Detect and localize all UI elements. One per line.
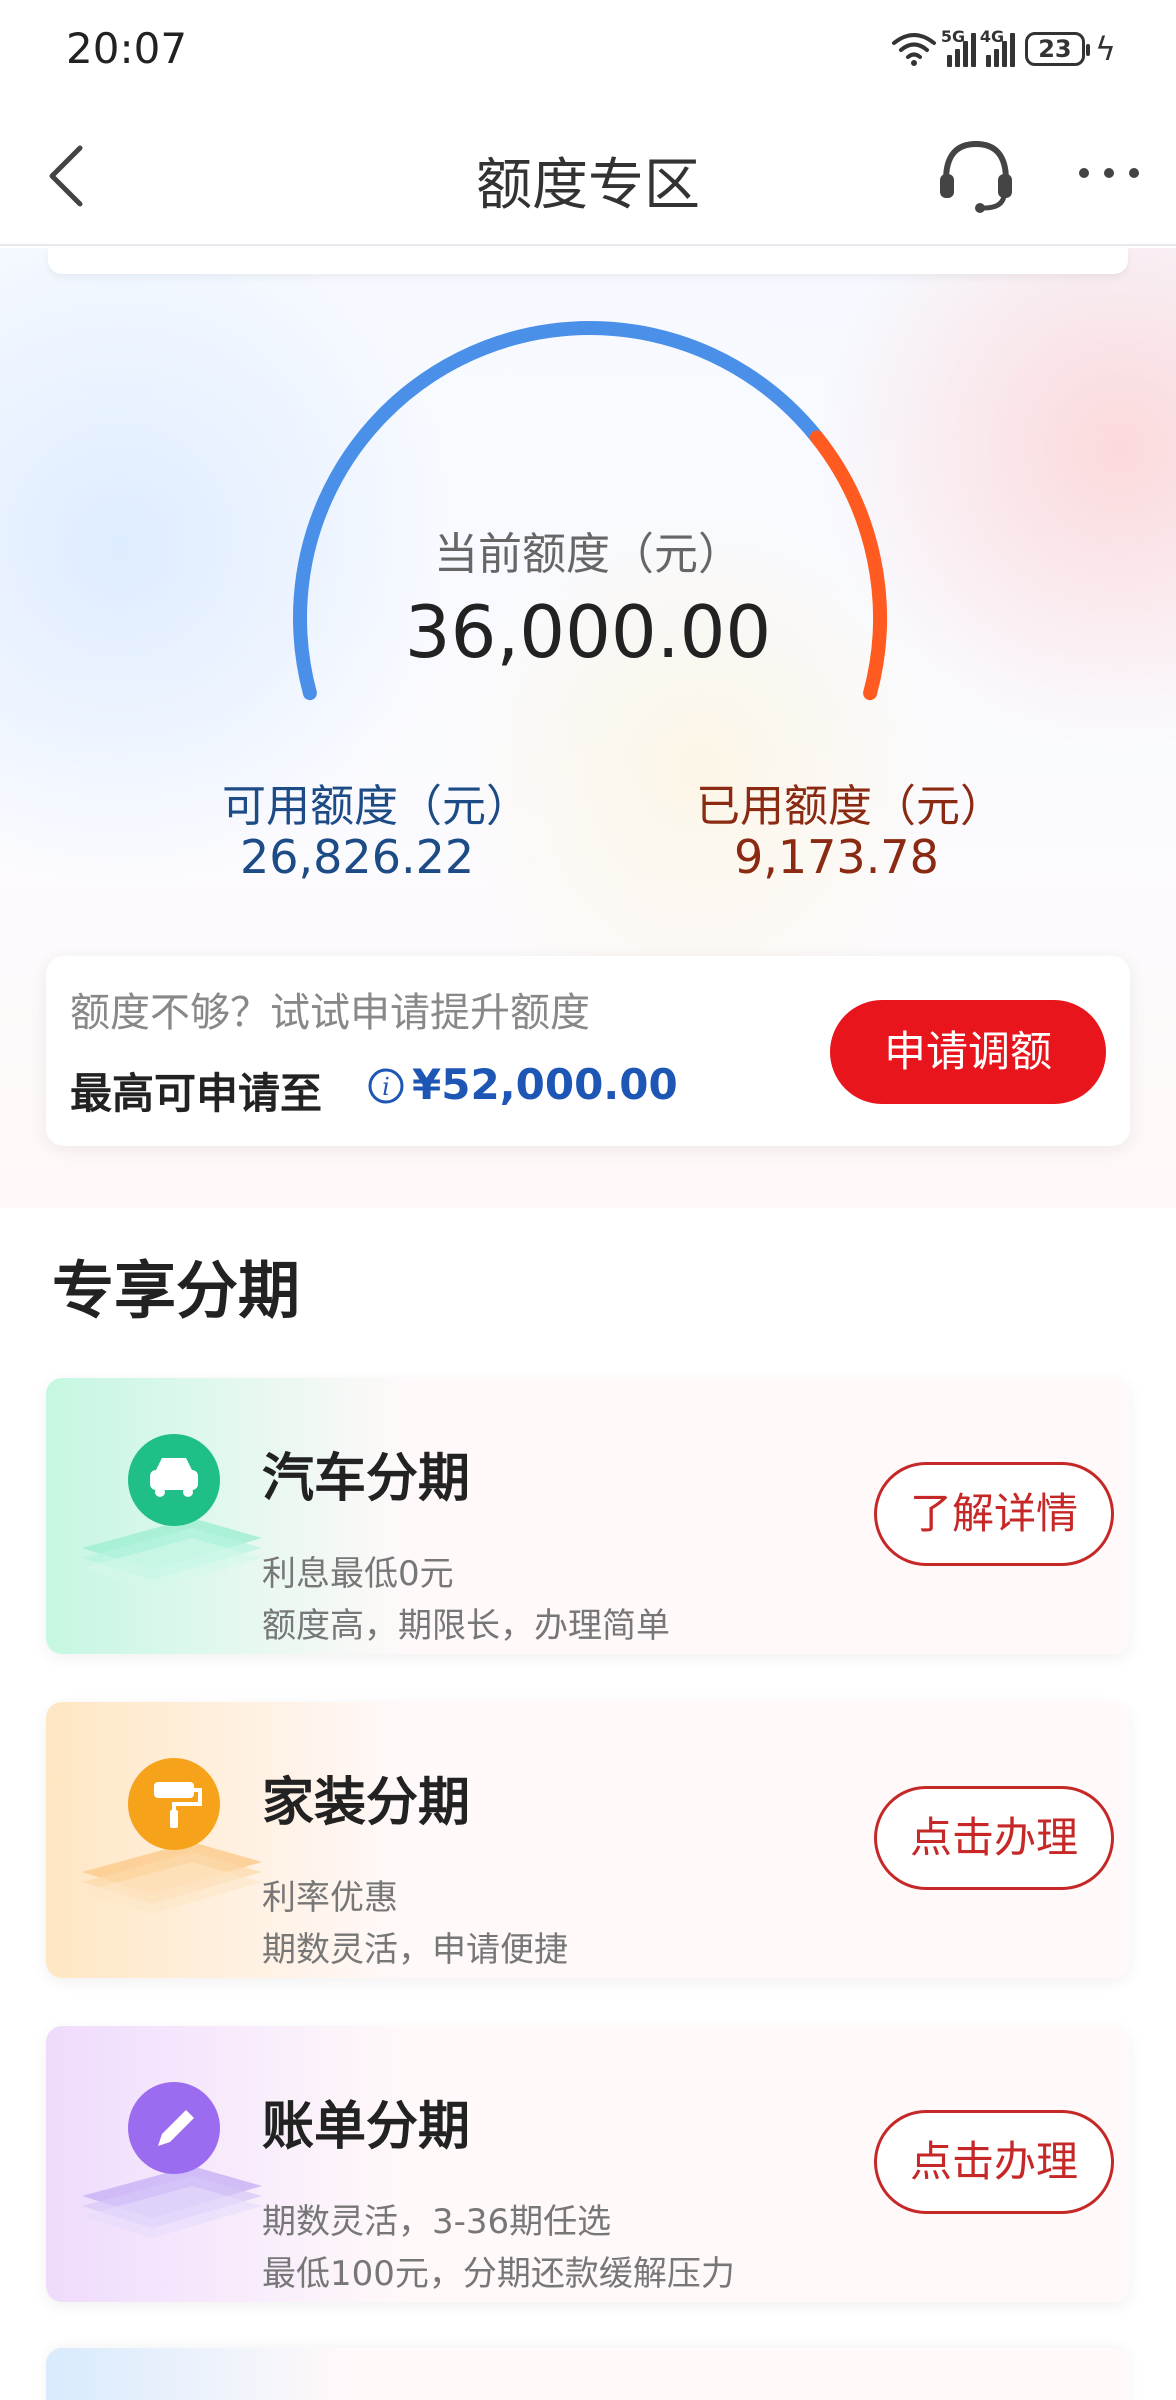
signal-5g-icon: 5G	[941, 27, 976, 67]
charging-icon: ϟ	[1094, 30, 1116, 68]
available-quota-value: 26,826.22	[240, 830, 475, 884]
card-title: 账单分期	[262, 2097, 471, 2157]
card-title: 汽车分期	[262, 1449, 471, 1509]
wifi-icon	[891, 33, 936, 66]
signal-4g-icon: 4G	[980, 27, 1015, 67]
more-dots-icon	[1079, 168, 1139, 178]
card-description: 期数灵活，申请便捷	[262, 1930, 568, 1970]
upgrade-card: 额度不够？试试申请提升额度 最高可申请至 i ¥52,000.00 申请调额	[46, 956, 1130, 1146]
hero-divider	[48, 248, 1128, 274]
more-button[interactable]	[1074, 148, 1144, 198]
status-time: 20:07	[66, 24, 188, 73]
status-icons: 5G 4G 23 ϟ	[891, 26, 1116, 72]
current-quota-label: 当前额度（元）	[434, 529, 742, 580]
used-quota-label: 已用额度（元）	[696, 781, 1004, 832]
card-subtitle: 期数灵活，3-36期任选	[262, 2202, 612, 2242]
bill-apply-button[interactable]: 点击办理	[874, 2110, 1114, 2214]
upgrade-max-amount: ¥52,000.00	[412, 1060, 678, 1109]
nav-bar: 额度专区	[0, 100, 1176, 246]
car-icon	[82, 1434, 262, 1590]
card-description: 最低100元，分期还款缓解压力	[262, 2254, 735, 2294]
home-apply-button[interactable]: 点击办理	[874, 1786, 1114, 1890]
installment-card-next[interactable]	[46, 2348, 1130, 2400]
card-subtitle: 利息最低0元	[262, 1554, 454, 1594]
used-quota-value: 9,173.78	[734, 830, 939, 884]
apply-adjust-button[interactable]: 申请调额	[830, 1000, 1106, 1104]
customer-service-button[interactable]	[936, 136, 1016, 216]
pencil-icon	[82, 2082, 262, 2238]
section-title: 专享分期	[52, 1254, 301, 1327]
installment-card-home[interactable]: 家装分期 利率优惠 期数灵活，申请便捷 点击办理	[46, 1702, 1130, 1978]
info-icon[interactable]: i	[366, 1066, 406, 1106]
upgrade-prompt: 额度不够？试试申请提升额度	[70, 990, 590, 1036]
battery-icon: 23	[1024, 32, 1090, 66]
current-quota-value: 36,000.00	[404, 590, 772, 674]
svg-text:i: i	[382, 1073, 390, 1101]
paint-roller-icon	[82, 1758, 262, 1914]
available-quota-label: 可用额度（元）	[222, 781, 530, 832]
installment-card-bill[interactable]: 账单分期 期数灵活，3-36期任选 最低100元，分期还款缓解压力 点击办理	[46, 2026, 1130, 2302]
status-bar: 20:07 5G 4G 23 ϟ	[0, 0, 1176, 100]
card-subtitle: 利率优惠	[262, 1878, 398, 1918]
upgrade-max-label: 最高可申请至	[70, 1069, 323, 1118]
installment-card-car[interactable]: 汽车分期 利息最低0元 额度高，期限长，办理简单 了解详情	[46, 1378, 1130, 1654]
card-title: 家装分期	[262, 1773, 471, 1833]
card-description: 额度高，期限长，办理简单	[262, 1606, 670, 1646]
headset-icon	[940, 140, 1012, 213]
car-details-button[interactable]: 了解详情	[874, 1462, 1114, 1566]
